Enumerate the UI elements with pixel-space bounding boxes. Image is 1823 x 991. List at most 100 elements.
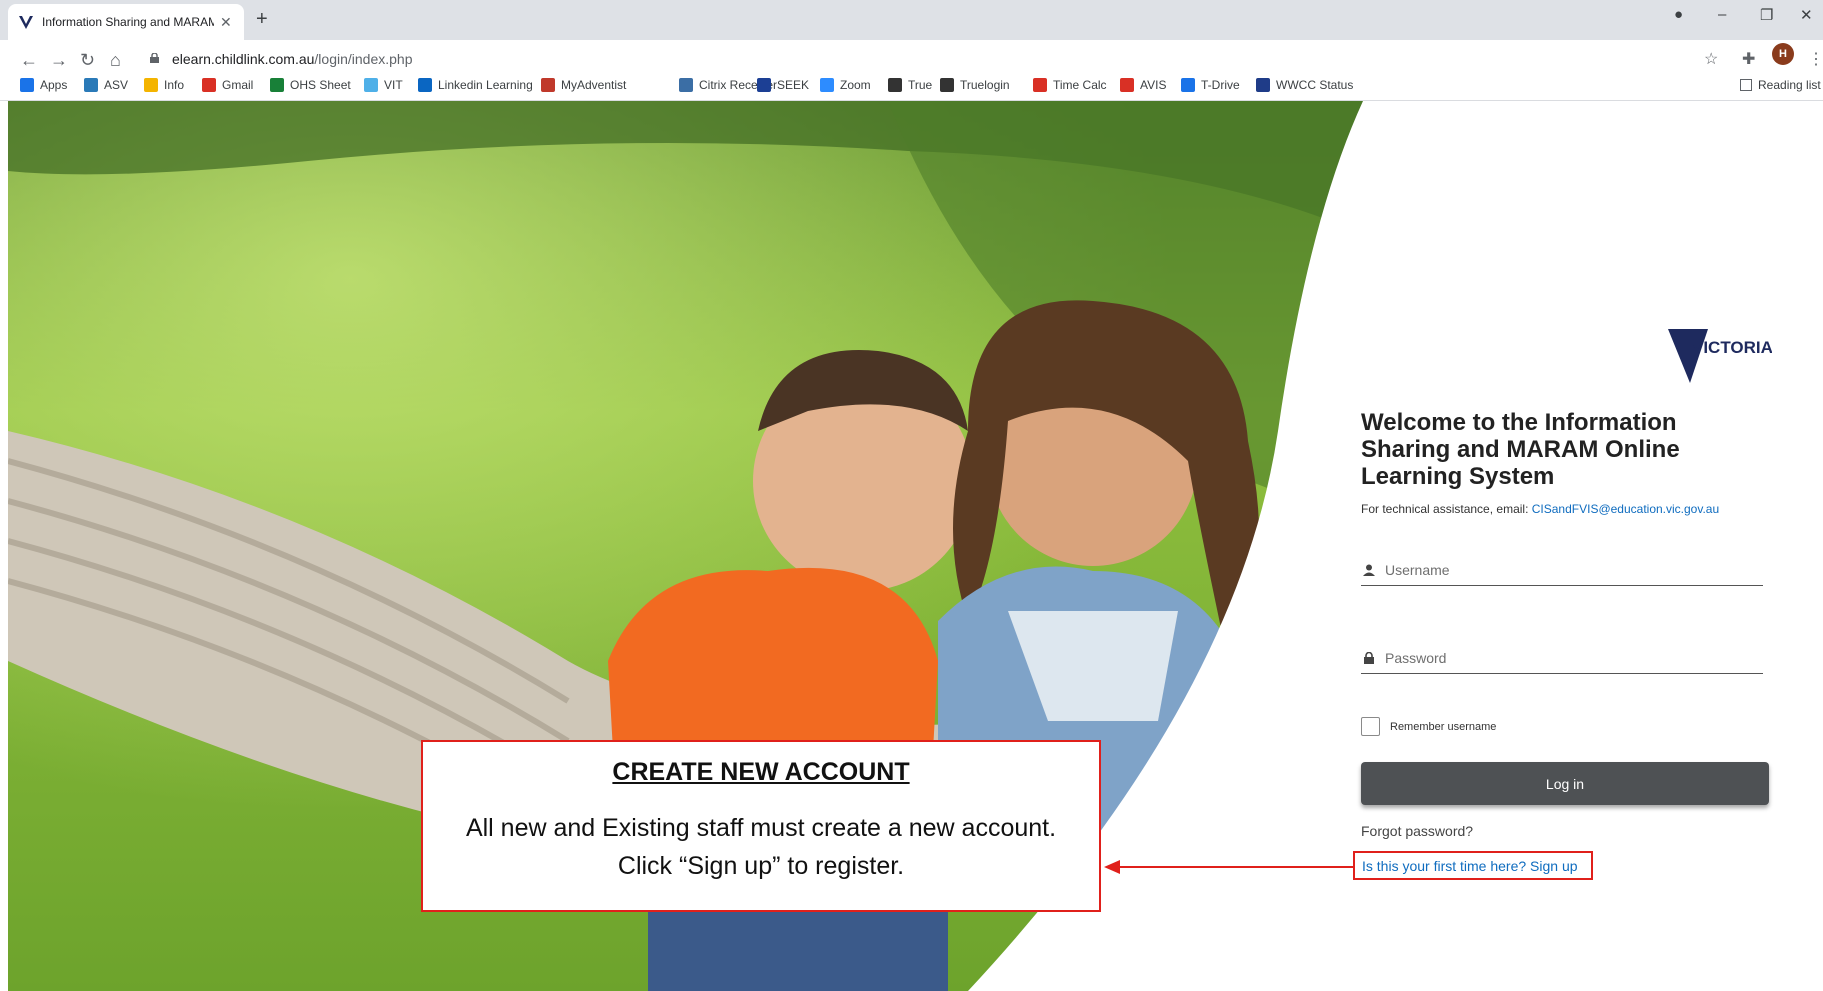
bookmark-icon: [940, 78, 954, 92]
bookmark-label: OHS Sheet: [290, 78, 351, 92]
bookmark-label: Zoom: [840, 78, 871, 92]
bookmark-label: Time Calc: [1053, 78, 1107, 92]
bookmark-item[interactable]: Truelogin: [940, 78, 1010, 92]
bookmark-item[interactable]: OHS Sheet: [270, 78, 351, 92]
bookmark-icon: [1181, 78, 1195, 92]
bookmark-label: Truelogin: [960, 78, 1010, 92]
victoria-favicon-icon: [19, 16, 33, 29]
browser-tab[interactable]: Information Sharing and MARAM ✕: [8, 4, 244, 40]
bookmark-icon: [820, 78, 834, 92]
reading-list-icon: [1740, 79, 1752, 91]
bookmark-label: Info: [164, 78, 185, 92]
reload-icon[interactable]: ↻: [80, 50, 95, 71]
victoria-logo: VICTORIA: [1668, 329, 1772, 383]
minimize-icon[interactable]: –: [1718, 6, 1726, 23]
callout-title: CREATE NEW ACCOUNT: [612, 758, 910, 786]
bookmark-icon: [1033, 78, 1047, 92]
lock-icon: [1364, 651, 1374, 664]
forgot-password-link[interactable]: Forgot password?: [1361, 823, 1473, 839]
bookmark-item[interactable]: WWCC Status: [1256, 78, 1353, 92]
bookmark-label: Linkedin Learning: [438, 78, 533, 92]
bookmark-icon: [418, 78, 432, 92]
bookmark-label: AVIS: [1140, 78, 1167, 92]
bookmark-label: Apps: [40, 78, 68, 92]
callout-line-2: Click “Sign up” to register.: [617, 852, 905, 880]
bookmark-label: True: [908, 78, 933, 92]
reading-list-label: Reading list: [1758, 78, 1821, 92]
bookmark-item[interactable]: MyAdventist: [541, 78, 626, 92]
bookmark-icon: [1120, 78, 1134, 92]
remember-username[interactable]: Remember username: [1361, 717, 1496, 736]
url-field[interactable]: elearn.childlink.com.au/login/index.php: [172, 51, 412, 67]
bookmark-item[interactable]: Linkedin Learning: [418, 78, 533, 92]
profile-menu-icon[interactable]: ●: [1674, 6, 1683, 23]
bookmark-star-icon[interactable]: ☆: [1704, 49, 1718, 69]
remember-checkbox[interactable]: [1361, 717, 1380, 736]
bookmark-item[interactable]: True: [888, 78, 932, 92]
bookmark-item[interactable]: Time Calc: [1033, 78, 1107, 92]
bookmark-icon: [541, 78, 555, 92]
user-icon: [1363, 564, 1375, 576]
bookmark-label: SEEK: [777, 78, 810, 92]
bookmark-icon: [144, 78, 158, 92]
tab-strip: Information Sharing and MARAM ✕ + ● – ❐ …: [0, 0, 1823, 40]
signup-link[interactable]: Is this your first time here? Sign up: [1353, 851, 1593, 880]
bookmark-icon: [364, 78, 378, 92]
assist-label: For technical assistance, email:: [1361, 502, 1529, 516]
url-path: /login/index.php: [314, 51, 413, 67]
bookmark-item[interactable]: ASV: [84, 78, 128, 92]
remember-label: Remember username: [1390, 720, 1497, 733]
bookmark-icon: [20, 78, 34, 92]
bookmark-item[interactable]: Gmail: [202, 78, 253, 92]
password-input[interactable]: [1385, 649, 1745, 666]
bookmark-icon: [202, 78, 216, 92]
bookmark-item[interactable]: Apps: [20, 78, 67, 92]
username-field: [1361, 554, 1763, 586]
bookmark-item[interactable]: VIT: [364, 78, 403, 92]
password-field: [1361, 642, 1763, 674]
support-email-link[interactable]: CISandFVIS@education.vic.gov.au: [1532, 502, 1719, 516]
bookmark-label: MyAdventist: [561, 78, 627, 92]
username-input[interactable]: [1385, 561, 1745, 578]
new-tab-icon[interactable]: +: [256, 8, 268, 31]
tab-title: Information Sharing and MARAM: [42, 15, 214, 29]
lock-icon[interactable]: [150, 53, 159, 63]
back-icon[interactable]: ←: [20, 50, 38, 71]
close-window-icon[interactable]: ✕: [1800, 6, 1813, 24]
bookmark-item[interactable]: Info: [144, 78, 184, 92]
bookmark-label: Gmail: [222, 78, 254, 92]
bookmark-item[interactable]: SEEK: [757, 78, 809, 92]
bookmark-icon: [270, 78, 284, 92]
forward-icon[interactable]: →: [50, 50, 68, 71]
callout-line-1: All new and Existing staff must create a…: [465, 814, 1057, 842]
page-title: Welcome to the Information Sharing and M…: [1361, 409, 1680, 490]
bookmark-icon: [888, 78, 902, 92]
home-icon[interactable]: ⌂: [110, 50, 121, 71]
bookmark-label: T-Drive: [1201, 78, 1240, 92]
bookmark-icon: [84, 78, 98, 92]
reading-list-button[interactable]: Reading list: [1740, 78, 1821, 92]
bookmark-label: WWCC Status: [1276, 78, 1354, 92]
url-domain: elearn.childlink.com.au: [172, 51, 315, 67]
bookmarks-bar: Reading list Apps ASV Info Gmail OHS Sheet VI…: [0, 72, 1823, 101]
bookmark-item[interactable]: T-Drive: [1181, 78, 1240, 92]
bookmark-item[interactable]: AVIS: [1120, 78, 1166, 92]
bookmark-item[interactable]: Zoom: [820, 78, 871, 92]
bookmark-label: VIT: [384, 78, 403, 92]
callout-body: All new and Existing staff must create a…: [423, 809, 1099, 885]
bookmark-icon: [679, 78, 693, 92]
login-button[interactable]: Log in: [1361, 762, 1769, 805]
callout-arrow: [1104, 860, 1354, 874]
menu-icon[interactable]: ⋮: [1808, 49, 1823, 69]
restore-icon[interactable]: ❐: [1760, 6, 1773, 24]
create-account-callout: CREATE NEW ACCOUNT All new and Existing …: [421, 740, 1101, 912]
close-tab-icon[interactable]: ✕: [220, 14, 232, 31]
victoria-logo-text: VICTORIA: [1692, 338, 1772, 357]
bookmark-icon: [757, 78, 771, 92]
bookmark-label: ASV: [104, 78, 129, 92]
technical-assistance: For technical assistance, email: CISandF…: [1361, 502, 1719, 516]
extensions-icon[interactable]: ✚: [1742, 49, 1755, 69]
avatar[interactable]: H: [1772, 43, 1794, 65]
login-page: VICTORIA Welcome to the Information Shar…: [0, 101, 1823, 991]
bookmark-icon: [1256, 78, 1270, 92]
